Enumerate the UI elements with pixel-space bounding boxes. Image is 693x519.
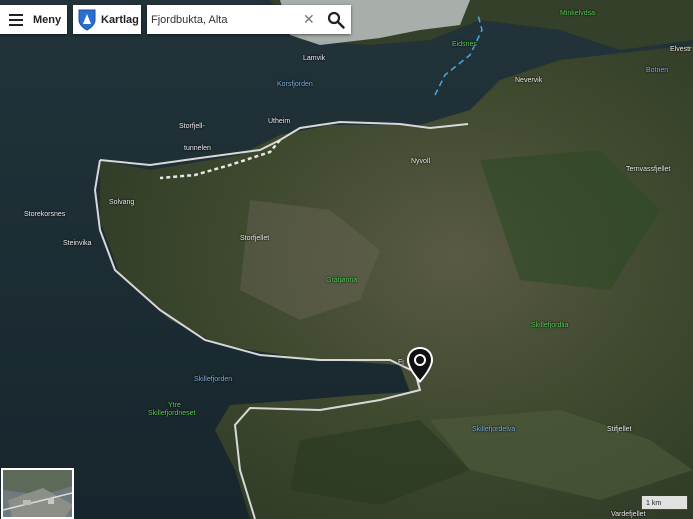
search-input[interactable]	[147, 13, 299, 26]
map-label: tunnelen	[184, 145, 211, 152]
map-label: Skillefjordneset	[148, 410, 196, 417]
map-label: Storekorsnes	[24, 211, 66, 218]
map-label: Stifjellet	[607, 426, 632, 433]
basemap-thumbnail[interactable]	[1, 468, 74, 519]
menu-button[interactable]: Meny	[0, 5, 67, 34]
layer-button[interactable]: Kartlag	[73, 5, 141, 34]
close-icon[interactable]: ✕	[303, 11, 315, 28]
map-label: Skillefjordlia	[531, 322, 569, 329]
hamburger-icon	[9, 13, 23, 26]
map-label: Eidsnes	[452, 41, 477, 48]
map-label: Steinvika	[63, 240, 92, 247]
map-label: Botnen	[646, 67, 669, 74]
map-label: Gråtjønna	[326, 277, 358, 284]
search-icon[interactable]	[327, 11, 345, 29]
map-label: Fj	[398, 359, 404, 366]
map-label: Solvang	[109, 199, 135, 206]
scale-bar: 1 km	[641, 496, 688, 510]
map-label: Ytre	[168, 402, 181, 409]
map-label: Storfjellet	[240, 235, 270, 242]
map-label: Nyvoll	[411, 158, 431, 165]
map-label: Nevervik	[515, 77, 543, 84]
map-label: Elvestr	[670, 46, 692, 53]
map-label: Lamvik	[303, 55, 326, 62]
map-label: Utheim	[268, 118, 291, 125]
map-label: Minkelvdsa	[560, 10, 596, 17]
layer-label: Kartlag	[101, 13, 139, 26]
municipality-shield-icon	[78, 9, 96, 31]
search-bar[interactable]: ✕	[147, 5, 351, 34]
map-label: Vardefjellet	[611, 511, 646, 518]
aerial-thumbnail-image	[3, 470, 72, 517]
menu-label: Meny	[33, 13, 62, 26]
map-label: Ternvassfjellet	[626, 166, 671, 173]
map-label: Korsfjorden	[277, 81, 313, 88]
map-label: Storfjell-	[179, 123, 205, 130]
map-label: Skillefjorden	[194, 376, 233, 383]
satellite-map[interactable]	[0, 0, 693, 519]
map-label: Skillefjordelva	[472, 426, 516, 433]
location-pin-icon[interactable]	[406, 346, 434, 384]
